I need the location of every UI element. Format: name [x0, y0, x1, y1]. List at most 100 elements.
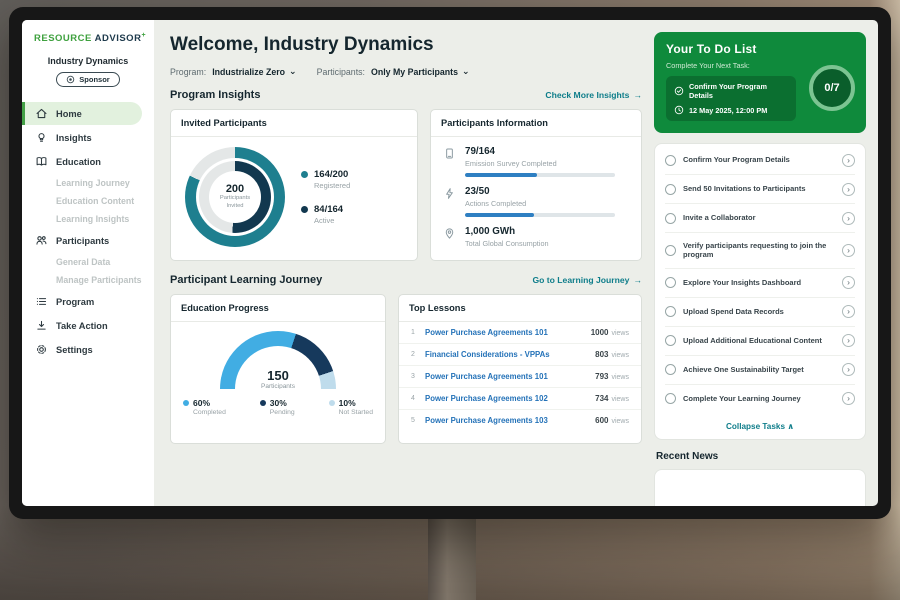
lesson-rank: 5 — [411, 417, 417, 424]
todo-checkbox[interactable] — [665, 335, 676, 346]
link-label: Check More Insights — [545, 90, 629, 100]
todo-expand-button[interactable]: › — [842, 244, 855, 257]
info-label: Emission Survey Completed — [465, 159, 615, 168]
section-title-program-insights: Program Insights — [170, 89, 260, 101]
todo-item[interactable]: Send 50 Invitations to Participants › — [665, 175, 855, 204]
views-suffix: views — [611, 418, 629, 425]
todo-expand-button[interactable]: › — [842, 392, 855, 405]
sidebar-item-label: Participants — [56, 236, 109, 246]
views-suffix: views — [611, 374, 629, 381]
todo-panel: Your To Do List Complete Your Next Task:… — [654, 32, 866, 133]
sidebar-item-settings[interactable]: Settings — [22, 338, 154, 361]
todo-progress-value: 0/7 — [824, 82, 839, 94]
todo-checkbox[interactable] — [665, 155, 676, 166]
todo-item[interactable]: Complete Your Learning Journey › — [665, 385, 855, 413]
lesson-link[interactable]: Power Purchase Agreements 101 — [425, 372, 587, 381]
todo-expand-button[interactable]: › — [842, 334, 855, 347]
location-pin-icon — [443, 227, 456, 240]
clock-icon — [674, 105, 684, 115]
chevron-right-icon: › — [847, 245, 850, 255]
lesson-rank: 1 — [411, 329, 417, 336]
todo-item[interactable]: Achieve One Sustainability Target › — [665, 356, 855, 385]
monitor-bezel: RESOURCE ADVISOR+ Industry Dynamics Spon… — [9, 7, 891, 519]
card-title: Education Progress — [171, 295, 385, 322]
todo-checkbox[interactable] — [665, 364, 676, 375]
todo-checkbox[interactable] — [665, 277, 676, 288]
section-title-learning-journey: Participant Learning Journey — [170, 274, 322, 286]
todo-item[interactable]: Confirm Your Program Details › — [665, 146, 855, 175]
program-select[interactable]: Industrialize Zero ⌄ — [212, 66, 296, 77]
todo-expand-button[interactable]: › — [842, 183, 855, 196]
sidebar-item-education[interactable]: Education — [22, 150, 154, 173]
info-value: 79/164 — [465, 146, 615, 157]
sidebar-item-label: Take Action — [56, 321, 108, 331]
monitor-stand — [428, 519, 476, 600]
chevron-up-icon: ∧ — [787, 422, 794, 431]
sidebar-item-education-content[interactable]: Education Content — [22, 192, 154, 210]
lesson-link[interactable]: Power Purchase Agreements 102 — [425, 394, 587, 403]
todo-item-label: Upload Additional Educational Content — [683, 336, 835, 346]
chevron-right-icon: › — [847, 277, 850, 287]
sidebar-item-home[interactable]: Home — [22, 102, 142, 125]
sidebar-item-insights[interactable]: Insights — [22, 126, 154, 149]
sidebar-item-label: Insights — [56, 133, 92, 143]
lesson-row: 3 Power Purchase Agreements 101 793views — [399, 366, 641, 388]
lesson-row: 5 Power Purchase Agreements 103 600views — [399, 410, 641, 431]
todo-expand-button[interactable]: › — [842, 154, 855, 167]
lesson-link[interactable]: Power Purchase Agreements 103 — [425, 416, 587, 425]
todo-item[interactable]: Explore Your Insights Dashboard › — [665, 269, 855, 298]
lightbulb-icon — [35, 131, 48, 144]
todo-expand-button[interactable]: › — [842, 363, 855, 376]
collapse-tasks-link[interactable]: Collapse Tasks ∧ — [665, 413, 855, 439]
sidebar-item-label: Program — [56, 297, 94, 307]
program-insights-header: Program Insights Check More Insights → — [170, 89, 642, 101]
lesson-rank: 4 — [411, 395, 417, 402]
todo-item[interactable]: Invite a Collaborator › — [665, 204, 855, 233]
chevron-right-icon: › — [847, 364, 850, 374]
todo-item[interactable]: Verify participants requesting to join t… — [665, 233, 855, 269]
todo-progress-badge: 0/7 — [809, 65, 855, 111]
info-row: 23/50 Actions Completed — [431, 177, 641, 217]
check-more-insights-link[interactable]: Check More Insights → — [545, 90, 642, 100]
lesson-link[interactable]: Power Purchase Agreements 101 — [425, 328, 583, 337]
sidebar-item-participants[interactable]: Participants — [22, 229, 154, 252]
gauge-legend-dot — [329, 400, 335, 406]
card-title: Top Lessons — [399, 295, 641, 322]
todo-checkbox[interactable] — [665, 213, 676, 224]
next-task-label: Confirm Your Program Details — [689, 82, 788, 100]
next-task-time: 12 May 2025, 12:00 PM — [689, 106, 767, 115]
people-icon — [35, 234, 48, 247]
next-task-card[interactable]: Confirm Your Program Details 12 May 2025… — [666, 76, 796, 121]
sidebar-item-program[interactable]: Program — [22, 290, 154, 313]
participants-select-value: Only My Participants — [371, 67, 458, 77]
sidebar-item-general-data[interactable]: General Data — [22, 253, 154, 271]
participants-filter-label: Participants: — [317, 67, 365, 77]
todo-checkbox[interactable] — [665, 245, 676, 256]
arrow-right-icon: → — [633, 275, 642, 285]
todo-checkbox[interactable] — [665, 393, 676, 404]
todo-expand-button[interactable]: › — [842, 212, 855, 225]
sponsor-badge[interactable]: Sponsor — [56, 72, 119, 87]
sidebar-item-take-action[interactable]: Take Action — [22, 314, 154, 337]
todo-checkbox[interactable] — [665, 184, 676, 195]
progress-bar — [465, 213, 615, 217]
sidebar-item-manage-participants[interactable]: Manage Participants — [22, 271, 154, 289]
donut-legend-dot — [301, 171, 308, 178]
participants-select[interactable]: Only My Participants ⌄ — [371, 66, 470, 77]
sidebar-item-learning-journey[interactable]: Learning Journey — [22, 174, 154, 192]
lesson-link[interactable]: Financial Considerations - VPPAs — [425, 350, 587, 359]
todo-item-label: Complete Your Learning Journey — [683, 394, 835, 404]
sidebar-item-learning-insights[interactable]: Learning Insights — [22, 210, 154, 228]
legend-item: 10% Not Started — [329, 398, 373, 416]
sponsor-icon — [66, 75, 75, 84]
todo-item[interactable]: Upload Additional Educational Content › — [665, 327, 855, 356]
legend-value: 60% — [193, 398, 226, 408]
top-lessons-card: Top Lessons 1 Power Purchase Agreements … — [398, 294, 642, 444]
todo-expand-button[interactable]: › — [842, 305, 855, 318]
todo-item[interactable]: Upload Spend Data Records › — [665, 298, 855, 327]
todo-expand-button[interactable]: › — [842, 276, 855, 289]
todo-checkbox[interactable] — [665, 306, 676, 317]
donut-legend: 164/200 Registered 84/164 Active — [301, 169, 350, 225]
recent-news-card — [654, 469, 866, 507]
go-to-learning-journey-link[interactable]: Go to Learning Journey → — [532, 275, 642, 285]
